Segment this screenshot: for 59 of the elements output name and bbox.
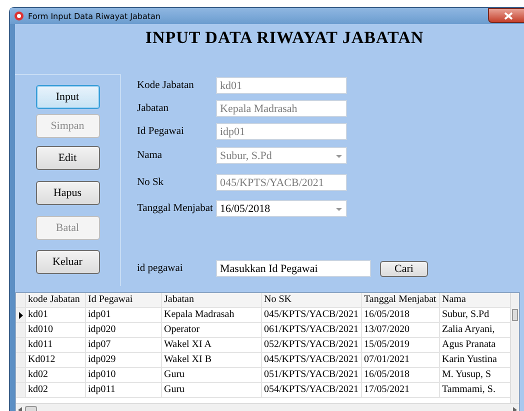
- table-cell: idp01: [86, 308, 162, 323]
- table-cell: Kd012: [26, 353, 86, 368]
- form-heading: INPUT DATA RIWAYAT JABATAN: [144, 28, 425, 48]
- table-cell: Guru: [162, 383, 262, 398]
- close-icon: [504, 12, 512, 20]
- scrollbar-thumb[interactable]: [512, 309, 518, 321]
- search-field[interactable]: Masukkan Id Pegawai: [216, 260, 371, 277]
- table-cell: Guru: [162, 368, 262, 383]
- table-cell: 16/05/2018: [362, 368, 440, 383]
- close-button[interactable]: [488, 8, 524, 23]
- window-title: Form Input Data Riwayat Jabatan: [28, 12, 160, 20]
- table-cell: kd011: [26, 338, 86, 353]
- vertical-scrollbar[interactable]: [510, 293, 519, 405]
- row-pointer-icon: [18, 312, 22, 318]
- table-cell: kd010: [26, 323, 86, 338]
- table-cell: Wakel XI A: [162, 338, 262, 353]
- table-cell: 054/KPTS/YACB/2021: [262, 383, 362, 398]
- column-header[interactable]: Nama: [440, 293, 512, 308]
- app-icon: [14, 11, 24, 21]
- column-header[interactable]: kode Jabatan: [26, 293, 86, 308]
- table-cell: 17/05/2021: [362, 383, 440, 398]
- field-label: id pegawai: [137, 263, 184, 274]
- field-label: Tanggal Menjabat: [137, 203, 214, 214]
- action-button[interactable]: Input: [36, 85, 100, 109]
- field-label: No Sk: [137, 177, 165, 188]
- table-cell: 16/05/2018: [362, 308, 440, 323]
- table-cell: 07/01/2021: [362, 353, 440, 368]
- action-button[interactable]: Keluar: [36, 250, 100, 274]
- table-cell: idp020: [86, 323, 162, 338]
- action-button[interactable]: Hapus: [36, 181, 100, 205]
- table-cell: idp029: [86, 353, 162, 368]
- table-cell: 051/KPTS/YACB/2021: [262, 368, 362, 383]
- table-cell: idp010: [86, 368, 162, 383]
- field-label: Jabatan: [137, 103, 170, 114]
- table-cell: Kepala Madrasah: [162, 308, 262, 323]
- table-cell: 052/KPTS/YACB/2021: [262, 338, 362, 353]
- dropdown-field[interactable]: 16/05/2018: [216, 200, 347, 217]
- field-label: Kode Jabatan: [137, 80, 195, 91]
- table-cell: 13/07/2020: [362, 323, 440, 338]
- action-button[interactable]: Edit: [36, 146, 100, 170]
- table-cell: kd02: [26, 368, 86, 383]
- row-header[interactable]: [16, 308, 26, 323]
- search-button[interactable]: Cari: [380, 260, 428, 276]
- table-cell: 045/KPTS/YACB/2021: [262, 308, 362, 323]
- field-label: Nama: [137, 150, 164, 161]
- table-cell: 061/KPTS/YACB/2021: [262, 323, 362, 338]
- table-cell: 15/05/2019: [362, 338, 440, 353]
- table-cell: Wakel XI B: [162, 353, 262, 368]
- table-cell: idp07: [86, 338, 162, 353]
- table-cell: 045/KPTS/YACB/2021: [262, 353, 362, 368]
- table-cell: kd02: [26, 383, 86, 398]
- field-label: Id Pegawai: [137, 126, 185, 137]
- table-cell: idp011: [86, 383, 162, 398]
- column-header[interactable]: Jabatan: [162, 293, 262, 308]
- table-cell: kd01: [26, 308, 86, 323]
- column-header[interactable]: Id Pegawai: [86, 293, 162, 308]
- table-cell: Operator: [162, 323, 262, 338]
- column-header[interactable]: No SK: [262, 293, 362, 308]
- column-header[interactable]: Tanggal Menjabat: [362, 293, 440, 308]
